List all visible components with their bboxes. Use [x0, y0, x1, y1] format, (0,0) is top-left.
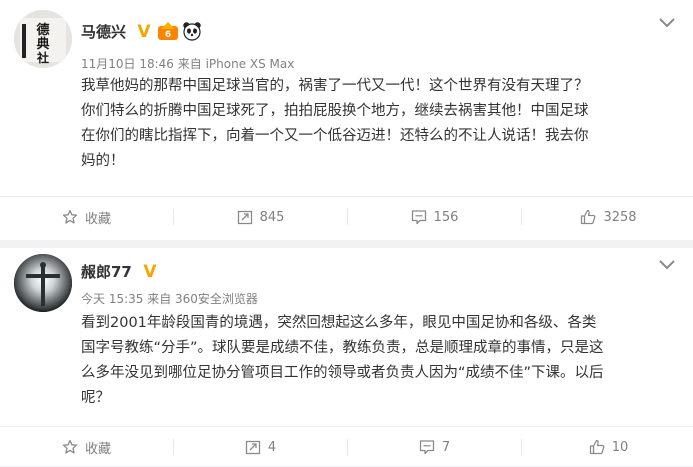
post-text-line: 妈的！: [81, 153, 125, 169]
svg-text:6: 6: [165, 30, 171, 40]
svg-text:德: 德: [36, 22, 49, 38]
post-text-line: 么多年没见到哪位足协分管项目工作的领导或者负责人因为“成绩不佳”下课。以后: [81, 365, 604, 381]
verified-badge-icon: V: [143, 262, 157, 280]
post-text-line: 看到2001年龄段国青的境遇，突然回想起这么多年，眼见中国足协和各级、各类: [81, 315, 597, 331]
comment-button[interactable]: 7: [348, 427, 521, 467]
repost-count: 845: [259, 209, 285, 225]
favorite-button[interactable]: 收藏: [0, 427, 173, 467]
repost-count: 4: [267, 439, 277, 455]
comment-button[interactable]: 156: [348, 197, 521, 237]
vip-icon[interactable]: 6: [157, 21, 179, 41]
post-text-line: 国字号教练“分手”。球队要是成绩不佳，教练负责，总是顺理成章的事情，只是这: [81, 340, 604, 356]
like-icon: [589, 439, 605, 455]
like-button[interactable]: 10: [522, 427, 693, 467]
panda-icon[interactable]: [182, 21, 202, 41]
author-name[interactable]: 马德兴: [81, 21, 126, 42]
repost-button[interactable]: 845: [174, 197, 347, 237]
comment-icon: [411, 210, 426, 225]
post-text: 我草他妈的那帮中国足球当官的，祸害了一代又一代！这个世界有没有天理了？ 你们特么…: [81, 74, 681, 174]
weibo-post: 德 典 社 马德兴 V 6 11月10日 18:46 来自 iPhone XS …: [0, 0, 693, 240]
avatar-image: [14, 254, 72, 312]
chevron-down-icon[interactable]: [658, 258, 676, 272]
repost-icon: [237, 210, 252, 225]
post-text-line: 在你们的瞎比指挥下，向着一个又一个低谷迈进！还特么的不让人说话！我去你: [81, 128, 589, 144]
favorite-label: 收藏: [84, 441, 111, 457]
comment-count: 156: [433, 209, 459, 225]
weibo-post: 赧郎77 V 今天 15:35 来自 360安全浏览器 看到2001年龄段国青的…: [0, 248, 693, 466]
svg-text:V: V: [137, 22, 151, 40]
comment-count: 7: [441, 439, 451, 455]
repost-button[interactable]: 4: [174, 427, 347, 467]
comment-icon: [419, 440, 435, 455]
verified-badge-icon: V: [137, 22, 151, 40]
repost-icon: [245, 440, 261, 455]
avatar[interactable]: 德 典 社: [14, 10, 72, 68]
post-actions: 收藏 4 7 10: [0, 426, 693, 467]
post-text-line: 我草他妈的那帮中国足球当官的，祸害了一代又一代！这个世界有没有天理了？: [81, 78, 589, 94]
author-name[interactable]: 赧郎77: [81, 261, 132, 282]
post-actions: 收藏 845 156 3258: [0, 196, 693, 237]
post-text-line: 呢？: [81, 390, 110, 406]
svg-text:社: 社: [36, 50, 49, 65]
svg-text:V: V: [143, 262, 157, 280]
post-text: 看到2001年龄段国青的境遇，突然回想起这么多年，眼见中国足协和各级、各类 国字…: [81, 311, 681, 411]
like-icon: [581, 209, 596, 225]
post-meta: 11月10日 18:46 来自 iPhone XS Max: [81, 57, 295, 71]
favorite-label: 收藏: [84, 211, 111, 227]
star-icon: [62, 209, 78, 224]
avatar-image: 德 典 社: [14, 10, 72, 68]
like-count: 10: [611, 439, 629, 455]
svg-text:典: 典: [36, 36, 49, 52]
star-icon: [62, 439, 78, 454]
like-count: 3258: [603, 209, 637, 225]
like-button[interactable]: 3258: [522, 197, 693, 237]
post-meta: 今天 15:35 来自 360安全浏览器: [81, 292, 258, 306]
chevron-down-icon[interactable]: [658, 16, 676, 30]
avatar[interactable]: [14, 254, 72, 312]
post-text-line: 你们特么的折腾中国足球死了，拍拍屁股换个地方，继续去祸害其他！中国足球: [81, 103, 589, 119]
favorite-button[interactable]: 收藏: [0, 197, 173, 237]
